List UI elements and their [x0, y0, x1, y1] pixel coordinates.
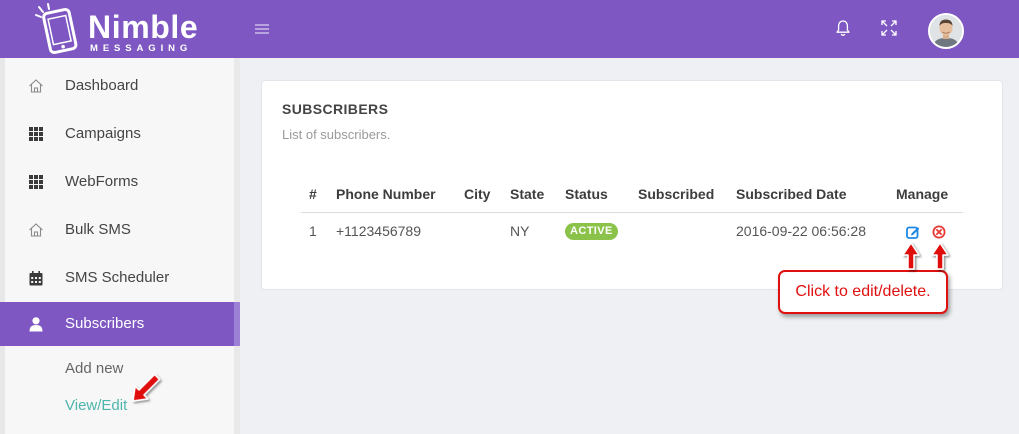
sidebar-item-campaigns[interactable]: Campaigns	[0, 110, 240, 158]
delete-icon[interactable]	[932, 225, 946, 239]
sidebar-nav: Dashboard Campaigns WebForms Bulk SMS SM…	[0, 62, 240, 424]
brand-name: Nimble	[88, 9, 199, 45]
status-cell: ACTIVE	[557, 212, 630, 250]
submenu-item-add-new[interactable]: Add new	[0, 350, 240, 387]
column-header: Subscribed	[630, 176, 728, 213]
grid-icon	[28, 126, 44, 142]
phone-number-cell: +1123456789	[336, 223, 421, 240]
brand-tagline: MESSAGING	[90, 43, 193, 54]
sidebar-item-label: WebForms	[65, 173, 139, 190]
subscribed-cell	[630, 212, 728, 250]
page-title: SUBSCRIBERS	[282, 101, 389, 117]
subscribed-date-cell: 2016-09-22 06:56:28	[736, 223, 866, 240]
user-icon	[28, 316, 44, 332]
table-row: 1 +1123456789 NY ACTIVE 2016-09-22 06:56…	[301, 212, 963, 250]
column-header: Phone Number	[328, 176, 456, 213]
sidebar-item-dashboard[interactable]: Dashboard	[0, 62, 240, 110]
column-header: #	[301, 176, 328, 213]
subscribers-table: # Phone Number City State Status Subscri…	[301, 176, 963, 250]
edit-icon[interactable]	[905, 225, 920, 240]
fullscreen-icon[interactable]	[880, 19, 898, 37]
user-avatar[interactable]	[928, 13, 964, 49]
page-subtitle: List of subscribers.	[282, 127, 391, 142]
hamburger-icon[interactable]	[254, 22, 270, 36]
bell-icon[interactable]	[834, 19, 852, 37]
column-header: Subscribed Date	[728, 176, 888, 213]
annotation-callout: Click to edit/delete.	[778, 270, 948, 314]
submenu-item-view-edit[interactable]: View/Edit	[0, 387, 240, 424]
column-header: City	[456, 176, 502, 213]
sidebar-item-bulk-sms[interactable]: Bulk SMS	[0, 206, 240, 254]
sidebar: Dashboard Campaigns WebForms Bulk SMS SM…	[0, 58, 240, 434]
sidebar-item-webforms[interactable]: WebForms	[0, 158, 240, 206]
table-header-row: # Phone Number City State Status Subscri…	[301, 176, 963, 213]
subscribers-card: SUBSCRIBERS List of subscribers. # Phone…	[261, 80, 1003, 290]
sidebar-item-label: SMS Scheduler	[65, 269, 170, 286]
calendar-icon	[28, 270, 44, 286]
phone-logo-icon	[35, 3, 78, 55]
column-header: Manage	[888, 176, 963, 213]
brand-logo[interactable]: Nimble MESSAGING	[30, 2, 220, 56]
sidebar-item-label: Dashboard	[65, 77, 139, 94]
subscribers-submenu: Add new View/Edit	[0, 350, 240, 424]
main-content: SUBSCRIBERS List of subscribers. # Phone…	[240, 58, 1019, 434]
manage-cell	[888, 212, 963, 250]
status-badge: ACTIVE	[565, 223, 618, 241]
sidebar-item-label: Bulk SMS	[65, 221, 131, 238]
sidebar-item-subscribers[interactable]: Subscribers	[0, 302, 240, 346]
sidebar-item-label: Campaigns	[65, 125, 141, 142]
sidebar-item-sms-scheduler[interactable]: SMS Scheduler	[0, 254, 240, 302]
column-header: Status	[557, 176, 630, 213]
grid-icon	[28, 174, 44, 190]
state-cell: NY	[510, 223, 530, 240]
column-header: State	[502, 176, 557, 213]
avatar-photo	[930, 15, 962, 47]
home-icon	[28, 222, 44, 238]
sidebar-item-label: Subscribers	[65, 315, 145, 332]
row-number: 1	[309, 223, 317, 240]
top-header: Nimble MESSAGING	[0, 0, 1019, 58]
city-cell	[456, 212, 502, 250]
home-icon	[28, 78, 44, 94]
